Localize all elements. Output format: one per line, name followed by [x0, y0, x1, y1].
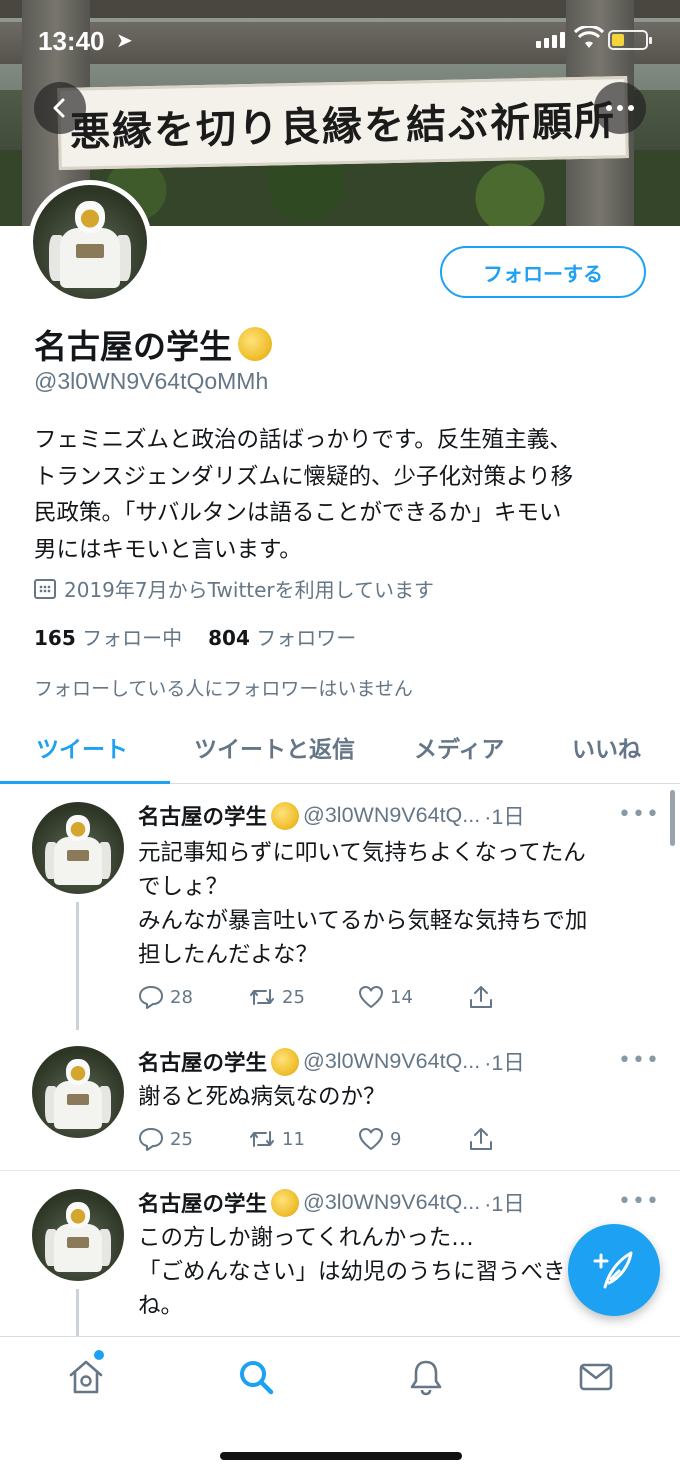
moon-emoji-icon	[271, 1188, 300, 1217]
reply-button[interactable]: 25	[138, 1126, 248, 1152]
tweet-actions: 28 25 14	[138, 984, 578, 1010]
tweet-text: 元記事知らずに叩いて気持ちよくなってたん でしょ？ みんなが暴言吐いてるから気軽…	[138, 840, 588, 968]
tab-media[interactable]: メディア	[414, 730, 504, 764]
tweet-text: この方しか謝ってくれんかった… 「ごめんなさい」は幼児のうちに習うべき ね。	[138, 1225, 566, 1319]
tweet-author-handle: @3l0WN9V64tQ...	[303, 803, 481, 827]
like-count: 14	[390, 986, 413, 1008]
like-icon	[359, 1128, 383, 1150]
followed-by-note: フォローしている人にフォロワーはいません	[34, 678, 413, 700]
back-arrow-icon	[53, 98, 65, 118]
status-time: 13:40	[38, 26, 105, 56]
like-icon	[359, 986, 383, 1008]
joined-date: 2019年7月からTwitterを利用しています	[34, 574, 434, 603]
home-indicator	[220, 1452, 462, 1460]
retweet-count: 11	[282, 1128, 305, 1150]
more-icon	[606, 105, 634, 111]
tweet-author-handle: @3l0WN9V64tQ...	[303, 1049, 481, 1073]
following-label: フォロー中	[82, 626, 183, 650]
tab-tweets[interactable]: ツイート	[36, 730, 128, 764]
tab-tweets-and-replies[interactable]: ツイートと返信	[194, 730, 355, 764]
tweet-author-name: 名古屋の学生	[138, 805, 268, 830]
retweet-icon	[250, 1131, 274, 1147]
profile-bio: フェミニズムと政治の話ばっかりです。反生殖主義、 トランスジェンダリズムに懐疑的…	[34, 427, 574, 563]
banner-sign: 悪縁を切り良縁を結ぶ祈願所	[57, 76, 629, 170]
tweet-time: ·1日	[484, 1051, 525, 1075]
share-button[interactable]	[468, 984, 578, 1010]
followers-link[interactable]: 804 フォロワー	[208, 622, 356, 651]
battery-icon	[608, 30, 652, 50]
wifi-icon	[574, 26, 604, 48]
like-button[interactable]: 14	[358, 984, 468, 1010]
tweet-header: 名古屋の学生 @3l0WN9V64tQ... ·1日	[138, 1187, 525, 1218]
share-icon	[470, 1128, 492, 1150]
followers-count: 804	[208, 626, 250, 650]
reply-count: 28	[170, 986, 193, 1008]
followers-label: フォロワー	[256, 626, 357, 650]
scrollbar[interactable]	[670, 790, 675, 846]
tweet-header: 名古屋の学生 @3l0WN9V64tQ... ·1日	[138, 1046, 525, 1077]
tweet[interactable]: 名古屋の学生 @3l0WN9V64tQ... ·1日 ••• 謝ると死ぬ病気なの…	[0, 1030, 680, 1170]
follow-counts: 165 フォロー中 804 フォロワー	[34, 622, 356, 651]
banner-sign-text: 悪縁を切り良縁を結ぶ祈願所	[69, 97, 617, 156]
tweet-time: ·1日	[484, 1192, 525, 1216]
tweet-header: 名古屋の学生 @3l0WN9V64tQ... ·1日	[138, 800, 525, 831]
following-count: 165	[34, 626, 76, 650]
status-bar: 13:40 ➤	[0, 0, 680, 80]
profile-handle: @3l0WN9V64tQoMMh	[34, 368, 269, 394]
reply-button[interactable]: 28	[138, 984, 248, 1010]
tweet-avatar[interactable]	[32, 1189, 124, 1281]
tweet-author-name: 名古屋の学生	[138, 1192, 268, 1217]
share-icon	[470, 986, 492, 1008]
home-icon[interactable]	[66, 1357, 106, 1397]
tweet-avatar[interactable]	[32, 1046, 124, 1138]
notifications-icon[interactable]	[406, 1357, 446, 1397]
search-icon[interactable]	[236, 1357, 276, 1397]
tweet-actions: 25 11 9	[138, 1126, 578, 1152]
reply-icon	[139, 986, 163, 1009]
profile-tabs: ツイート ツイートと返信 メディア いいね	[0, 712, 680, 784]
profile-avatar[interactable]	[28, 180, 152, 304]
compose-tweet-button[interactable]	[568, 1224, 660, 1316]
cellular-signal-icon	[536, 32, 565, 48]
tweet-text: 謝ると死ぬ病気なのか？	[138, 1084, 386, 1110]
moon-emoji-icon	[271, 1047, 300, 1076]
tweet-author-name: 名古屋の学生	[138, 1051, 268, 1076]
location-icon: ➤	[116, 28, 133, 52]
reply-icon	[139, 1128, 163, 1151]
like-button[interactable]: 9	[358, 1126, 468, 1152]
profile-name: 名古屋の学生	[34, 320, 272, 368]
follow-button[interactable]: フォローする	[440, 246, 646, 298]
tweet[interactable]: 名古屋の学生 @3l0WN9V64tQ... ·1日 ••• 元記事知らずに叩い…	[0, 784, 680, 1030]
joined-date-text: 2019年7月からTwitterを利用しています	[64, 578, 435, 602]
tweet-more-button[interactable]: •••	[618, 1189, 660, 1214]
calendar-icon	[34, 578, 56, 599]
tweet-more-button[interactable]: •••	[618, 802, 660, 827]
thread-line	[76, 902, 79, 1030]
messages-icon[interactable]	[576, 1357, 616, 1397]
compose-icon	[593, 1251, 633, 1289]
thread-line	[76, 1289, 79, 1336]
retweet-count: 25	[282, 986, 305, 1008]
tweet-more-button[interactable]: •••	[618, 1048, 660, 1073]
tweet-avatar[interactable]	[32, 802, 124, 894]
like-count: 9	[390, 1128, 402, 1150]
back-button[interactable]	[34, 82, 86, 134]
following-link[interactable]: 165 フォロー中	[34, 622, 182, 651]
retweet-icon	[250, 989, 274, 1005]
reply-count: 25	[170, 1128, 193, 1150]
more-options-button[interactable]	[594, 82, 646, 134]
retweet-button[interactable]: 25	[248, 984, 358, 1010]
share-button[interactable]	[468, 1126, 578, 1152]
profile-name-text: 名古屋の学生	[34, 327, 232, 366]
tweet-time: ·1日	[484, 805, 525, 829]
retweet-button[interactable]: 11	[248, 1126, 358, 1152]
moon-emoji-icon	[271, 801, 300, 830]
home-notification-dot	[94, 1350, 104, 1360]
tweet-author-handle: @3l0WN9V64tQ...	[303, 1190, 481, 1214]
moon-emoji-icon	[238, 327, 272, 361]
tab-likes[interactable]: いいね	[572, 730, 641, 764]
